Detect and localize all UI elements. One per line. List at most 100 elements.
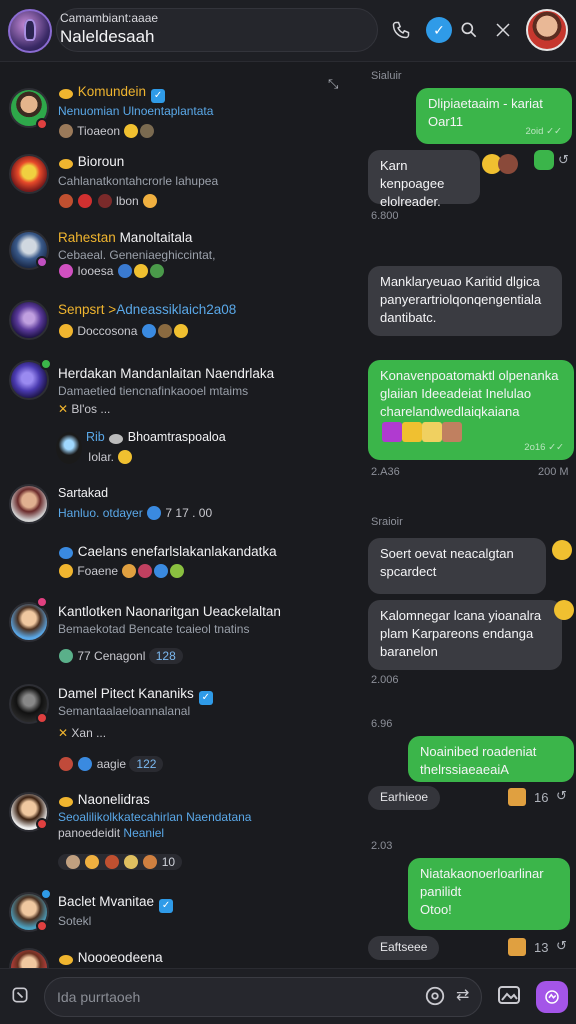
- unread-dot: [36, 118, 48, 130]
- last-message: Sotekl: [58, 914, 92, 928]
- reply-icon[interactable]: ↺: [558, 152, 569, 168]
- incoming-message[interactable]: Soert oevat neacalgtan spcardect: [368, 538, 546, 594]
- reaction-emoji-icon[interactable]: [498, 154, 518, 174]
- message-time: 2.006: [371, 674, 399, 686]
- chat-meta: aagie: [96, 757, 127, 771]
- message-text: Manklaryeuao Karitid dlgica panyerartrio…: [380, 274, 542, 325]
- contact-name: Manoltaitala: [119, 230, 193, 245]
- attach-icon[interactable]: [8, 985, 32, 1009]
- contact-avatar: [56, 432, 82, 464]
- chat-meta: Iooesa: [77, 264, 114, 278]
- profile-avatar[interactable]: [526, 9, 568, 51]
- phone-icon[interactable]: [386, 15, 416, 45]
- attachment-thumb-icon[interactable]: [402, 422, 422, 442]
- chat-meta: Doccosona: [77, 324, 138, 338]
- chat-list-item[interactable]: Caelans enefarlslakanlakandatka Foaene: [0, 542, 356, 592]
- attachment-thumb-icon[interactable]: [422, 422, 442, 442]
- chat-list-item[interactable]: Bioroun Cahlanatkontahcrorle lahupea lbo…: [0, 154, 356, 214]
- chat-meta: Iolar.: [88, 450, 115, 464]
- collapse-icon[interactable]: ⤡: [328, 76, 338, 92]
- quick-reply-button[interactable]: Eaftseee: [368, 936, 440, 960]
- reply-icon[interactable]: ↺: [556, 938, 567, 954]
- contact-name: Bioroun: [77, 154, 125, 169]
- chat-meta: Bl'os ...: [71, 402, 111, 416]
- contact-name: Baclet Mvanitae: [58, 894, 155, 909]
- chat-meta: 10: [161, 855, 176, 869]
- chat-list-item[interactable]: Herdakan Mandanlaitan Naendrlaka Damaeti…: [0, 358, 356, 418]
- unread-dot: [36, 920, 48, 932]
- outgoing-message[interactable]: Konavenpoatomaktl olpenanka glaiian Idee…: [368, 360, 574, 460]
- close-icon[interactable]: [488, 15, 518, 45]
- chat-list: Komundein ✓ Nenuomian Ulnoentaplantata Ti…: [0, 62, 356, 968]
- contact-name: Komundein: [77, 84, 147, 99]
- message-read-receipt: 2oid ✓✓: [525, 126, 562, 137]
- sticker-icon[interactable]: [508, 938, 526, 956]
- emoji-icon[interactable]: [424, 985, 446, 1012]
- chat-meta: Foaene: [77, 564, 119, 578]
- incoming-message[interactable]: Karn kenpoagee elolreader.: [368, 150, 480, 209]
- contact-avatar: [9, 154, 49, 194]
- chat-list-item[interactable]: Senpsrt >Adneassiklaich2a08 Doccosona: [0, 300, 356, 358]
- app-header: Camambiant:aaae Naleldesaah ✓: [0, 0, 576, 62]
- group-avatar[interactable]: [8, 9, 52, 53]
- contact-name: Damel Pitect Kananiks: [58, 686, 194, 701]
- message-text: Noainibed roadeniat thelrssiaeaeaiA: [420, 744, 537, 777]
- chat-list-item[interactable]: Naonelidras Seoalilikolkkatecahirlan Nae…: [0, 788, 356, 878]
- reaction-emoji-icon[interactable]: [554, 600, 574, 620]
- message-text: Soert oevat neacalgtan spcardect: [380, 546, 514, 579]
- contact-avatar: [9, 602, 49, 642]
- chat-meta: 7 17 . 00: [165, 506, 213, 520]
- status-dot: [36, 256, 48, 268]
- send-button[interactable]: [536, 981, 568, 1013]
- attachment-thumb-icon[interactable]: [382, 422, 402, 442]
- message-text: Konavenpoatomaktl olpenanka glaiian Idee…: [380, 368, 559, 419]
- contact-name: Herdakan Mandanlaitan Naendrlaka: [58, 366, 275, 381]
- incoming-message[interactable]: Manklaryeuao Karitid dlgica panyerartrio…: [368, 266, 562, 336]
- verified-icon: ✓: [159, 899, 174, 913]
- header-title: Naleldesaah: [60, 27, 155, 46]
- chat-list-item[interactable]: Komundein ✓ Nenuomian Ulnoentaplantata Ti…: [0, 84, 356, 144]
- last-message: Semantaalaeloannalanal: [58, 704, 191, 718]
- chat-list-item[interactable]: Noooeodeena: [0, 946, 356, 968]
- last-message: Hanluo. otdayer: [58, 506, 143, 520]
- chat-list-item[interactable]: Rib Bhoamtraspoaloa Iolar.: [0, 430, 356, 474]
- message-read-receipt: 2o16 ✓✓: [524, 442, 564, 453]
- verified-badge-icon[interactable]: ✓: [426, 17, 452, 43]
- unread-count: 122: [129, 756, 164, 772]
- outgoing-message[interactable]: Dlipiaetaaim - kariat Oar11 2oid ✓✓: [416, 88, 572, 144]
- message-composer: ⇄: [0, 968, 576, 1024]
- chat-list-item[interactable]: aagie 122: [0, 752, 356, 780]
- verified-icon: ✓: [198, 691, 213, 705]
- contact-avatar: [9, 300, 49, 340]
- last-message-highlight: Neaniel: [123, 826, 165, 840]
- contact-name: Adneassiklaich2a08: [116, 302, 237, 317]
- outgoing-message[interactable]: Noainibed roadeniat thelrssiaeaeaiA: [408, 736, 574, 782]
- conversation-pane: ⤡ Sialuir Dlipiaetaaim - kariat Oar11 2o…: [328, 62, 576, 968]
- last-message-line2: panoedeidit: [58, 826, 121, 840]
- reaction-emoji-icon[interactable]: [552, 540, 572, 560]
- incoming-message[interactable]: Kalomnegar lcana yioanalra plam Karpareo…: [368, 600, 562, 670]
- message-input[interactable]: [44, 977, 482, 1017]
- reaction-sticker-icon[interactable]: [534, 150, 554, 170]
- status-dot: [40, 888, 52, 900]
- chat-list-item[interactable]: Rahestan Manoltaitala Cebaeal. Geneniaeg…: [0, 230, 356, 290]
- chat-list-item[interactable]: Kantlotken Naonaritgan Ueackelaltan Bema…: [0, 596, 356, 678]
- gallery-icon[interactable]: [496, 983, 522, 1012]
- quick-reply-button[interactable]: Earhieoe: [368, 786, 441, 810]
- chat-list-item[interactable]: Sartakad Hanluo. otdayer 7 17 . 00: [0, 482, 356, 542]
- chat-list-item[interactable]: Damel Pitect Kananiks ✓ Semantaalaeloanna…: [0, 682, 356, 742]
- date-separator: 2.03: [371, 840, 393, 852]
- sticker-icon[interactable]: [508, 788, 526, 806]
- contact-name: Noooeodeena: [77, 950, 163, 965]
- reply-icon[interactable]: ↺: [556, 788, 567, 804]
- header-subtitle: Camambiant:aaae: [60, 11, 159, 25]
- message-time: 200 M: [538, 466, 569, 478]
- chat-list-item[interactable]: Baclet Mvanitae ✓ Sotekl: [0, 888, 356, 940]
- verified-icon: ✓: [151, 89, 166, 103]
- last-message: Damaetied tiencnafinkaooel mtaims: [58, 384, 249, 398]
- attachment-thumb-icon[interactable]: [442, 422, 462, 442]
- outgoing-message[interactable]: Niatakaonoerloarlinar panilidt Otoo!: [408, 858, 570, 930]
- search-icon[interactable]: [454, 15, 484, 45]
- contact-avatar: [9, 484, 49, 524]
- format-icon[interactable]: ⇄: [456, 985, 469, 1005]
